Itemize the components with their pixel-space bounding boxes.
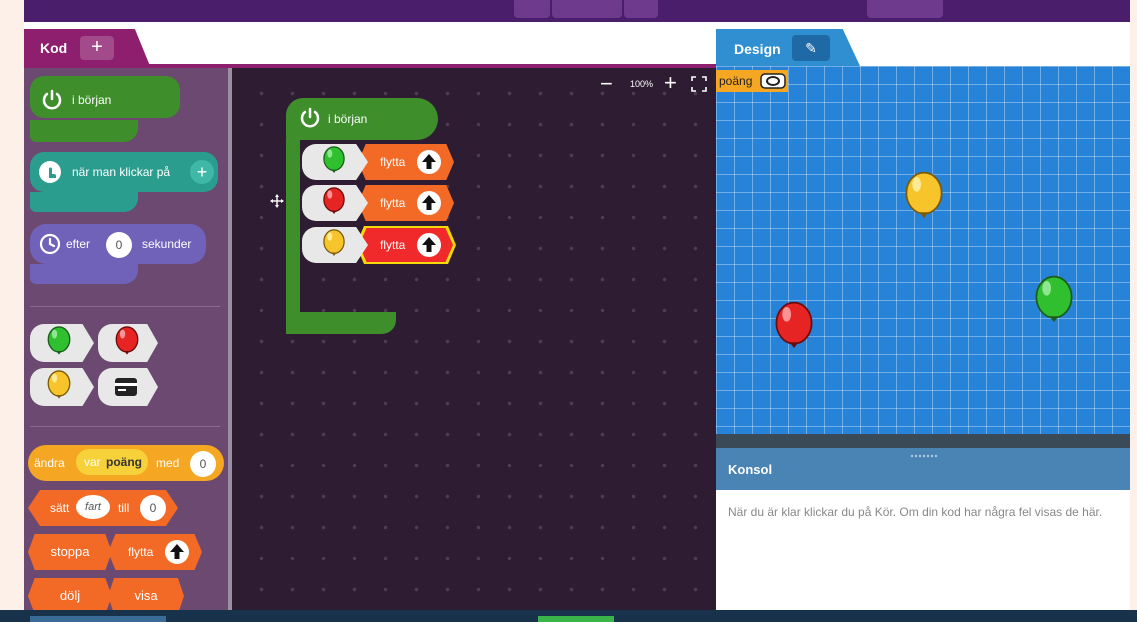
code-workspace[interactable]: − 100% + i början flytta flytta flytta <box>232 68 716 610</box>
green-balloon-sprite[interactable] <box>1032 274 1076 332</box>
change-var-prefix: ändra <box>34 456 65 470</box>
toolbar-button[interactable] <box>867 0 943 18</box>
score-label: poäng <box>719 74 753 88</box>
click-block-label: när man klickar på <box>72 165 171 179</box>
toolbar-button[interactable] <box>624 0 658 18</box>
tab-row <box>24 22 1130 66</box>
palette-show-block[interactable]: visa <box>108 578 184 610</box>
palette-object-green[interactable] <box>30 324 94 362</box>
script-foot <box>286 312 396 334</box>
arrow-up-icon[interactable] <box>416 190 442 216</box>
arrow-up-icon[interactable] <box>416 232 442 258</box>
start-block-label: i början <box>72 93 112 107</box>
tab-design-label: Design <box>734 41 781 57</box>
tap-icon <box>39 161 61 183</box>
power-icon <box>300 107 320 128</box>
top-toolbar <box>24 0 1130 22</box>
zoom-in-icon[interactable]: + <box>664 72 677 94</box>
set-mid: till <box>118 501 130 515</box>
bottom-button[interactable] <box>30 616 166 622</box>
var-name: poäng <box>106 455 142 469</box>
change-var-value[interactable]: 0 <box>190 451 216 477</box>
start-block-foot <box>30 120 138 142</box>
palette-object-red[interactable] <box>98 324 158 362</box>
change-var-suffix: med <box>156 456 180 470</box>
pencil-icon: ✎ <box>805 40 817 56</box>
palette-object-screen[interactable] <box>98 368 158 406</box>
add-code-button[interactable]: + <box>80 36 114 60</box>
move-label: flytta <box>380 196 406 210</box>
green-balloon-icon <box>323 146 345 173</box>
move-cursor-icon <box>270 194 284 208</box>
arrow-up-icon[interactable] <box>416 149 442 175</box>
console-title: Konsol <box>728 462 773 477</box>
set-value[interactable]: 0 <box>140 495 166 521</box>
bottom-bar <box>0 610 1137 622</box>
palette-divider <box>30 306 220 307</box>
red-balloon-sprite[interactable] <box>772 300 816 358</box>
resize-handle[interactable] <box>910 454 938 458</box>
object-dropdown-green[interactable] <box>302 144 368 180</box>
timer-block-foot <box>30 264 138 284</box>
zoom-level: 100% <box>630 79 654 89</box>
yellow-balloon-sprite[interactable] <box>902 170 946 228</box>
eye-icon[interactable] <box>760 73 786 89</box>
click-block-foot <box>30 192 138 212</box>
edit-design-button[interactable]: ✎ <box>792 35 830 61</box>
yellow-balloon-icon <box>47 370 71 399</box>
timer-prefix: efter <box>66 237 91 251</box>
design-canvas[interactable] <box>716 66 1130 434</box>
toolbar-button[interactable] <box>514 0 550 18</box>
palette-stop-block[interactable]: stoppa <box>28 534 112 570</box>
card-icon <box>115 378 137 396</box>
green-balloon-icon <box>47 326 71 355</box>
timer-suffix: sekunder <box>142 237 192 251</box>
script-spine <box>286 138 300 334</box>
object-dropdown-red[interactable] <box>302 185 368 221</box>
palette-object-yellow[interactable] <box>30 368 94 406</box>
set-prefix: sätt <box>50 501 70 515</box>
zoom-out-icon[interactable]: − <box>600 73 613 95</box>
fit-screen-icon[interactable] <box>691 76 707 92</box>
panel-separator <box>716 434 1130 448</box>
script-hat-label: i början <box>328 112 368 126</box>
prop-dropdown[interactable]: fart <box>76 495 110 519</box>
power-icon <box>42 89 62 110</box>
timer-icon <box>39 233 61 255</box>
red-balloon-icon <box>323 187 345 214</box>
console-header: Konsol <box>716 448 1130 490</box>
red-balloon-icon <box>115 326 139 355</box>
timer-value[interactable]: 0 <box>106 232 132 258</box>
object-dropdown[interactable]: + <box>190 160 214 184</box>
toolbar-button[interactable] <box>552 0 622 18</box>
palette-divider <box>30 426 220 427</box>
block-palette[interactable]: i början när man klickar på + efter 0 se… <box>24 68 230 610</box>
arrow-up-icon <box>165 540 189 564</box>
var-dropdown[interactable]: var poäng <box>76 449 148 475</box>
object-dropdown-yellow[interactable] <box>302 227 368 263</box>
move-label: flytta <box>380 155 406 169</box>
score-badge: poäng <box>716 70 788 92</box>
var-word: var <box>84 455 101 469</box>
console-output: När du är klar klickar du på Kör. Om din… <box>716 490 1130 610</box>
yellow-balloon-icon <box>323 229 345 256</box>
palette-hide-block[interactable]: dölj <box>28 578 112 610</box>
move-block-label: flytta <box>128 545 154 559</box>
console-message: När du är klar klickar du på Kör. Om din… <box>728 505 1103 519</box>
move-label: flytta <box>380 238 406 252</box>
tab-code-label: Kod <box>40 40 68 56</box>
run-button[interactable] <box>538 616 614 622</box>
